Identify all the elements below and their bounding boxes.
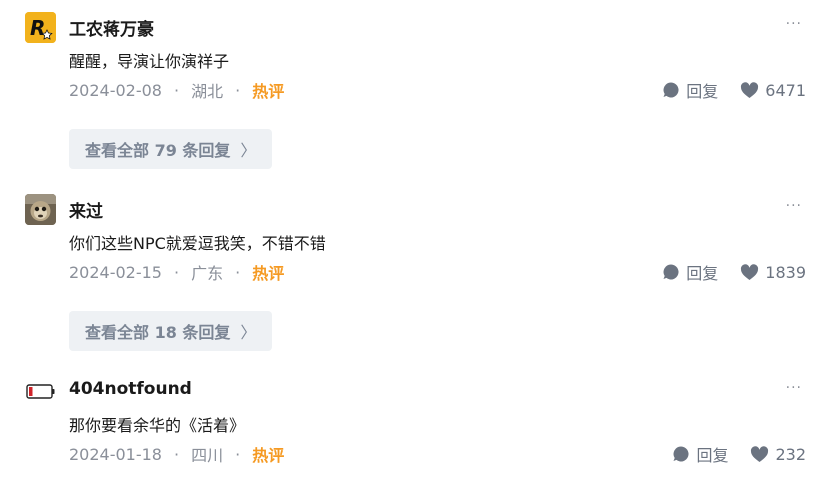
hot-badge: 热评 [252,264,285,283]
separator-dot: · [173,262,180,282]
monkey-avatar-icon [25,194,56,225]
reply-button[interactable]: 回复 [662,260,718,284]
more-options-icon[interactable]: ··· [786,16,802,32]
hot-badge: 热评 [252,82,285,101]
comment-date: 2024-01-18 [69,444,162,464]
comment-region: 广东 [191,264,224,283]
reply-label: 回复 [696,446,729,465]
reply-label: 回复 [686,264,719,283]
heart-icon [741,263,759,280]
hot-badge: 热评 [252,446,285,465]
avatar[interactable] [25,194,56,225]
separator-dot: · [173,80,180,100]
heart-icon [741,81,759,98]
like-count: 6471 [765,80,806,100]
comment-date: 2024-02-08 [69,80,162,100]
comment-region: 湖北 [191,82,224,101]
like-button[interactable]: 1839 [740,263,806,282]
reply-button[interactable]: 回复 [662,78,718,102]
reply-bubble-icon [663,82,679,98]
view-replies-label: 查看全部 18 条回复 [85,323,231,342]
like-count: 1839 [765,262,806,282]
author-name[interactable]: 404notfound [69,379,192,399]
comment-text: 那你要看余华的《活着》 [69,416,246,435]
chevron-right-icon: 〉 [240,141,257,160]
more-options-icon[interactable]: ··· [786,380,802,396]
chevron-right-icon: 〉 [240,323,257,342]
author-name[interactable]: 工农蒋万豪 [69,15,154,40]
comment-date: 2024-02-15 [69,262,162,282]
comment-actions: 回复 6471 [662,78,806,102]
heart-icon [751,445,769,462]
separator-dot: · [173,444,180,464]
reply-bubble-icon [673,446,689,462]
separator-dot: · [235,80,241,100]
separator-dot: · [235,262,241,282]
comment-meta: 2024-01-18 · 四川 · 热评 [69,442,284,466]
more-options-icon[interactable]: ··· [786,198,802,214]
comment-text: 你们这些NPC就爱逗我笑，不错不错 [69,234,326,253]
avatar[interactable] [25,376,56,407]
comment-text: 醒醒，导演让你演祥子 [69,52,230,71]
comment-actions: 回复 1839 [662,260,806,284]
reply-label: 回复 [686,82,719,101]
view-all-replies-button[interactable]: 查看全部 18 条回复 〉 [69,311,273,351]
reply-button[interactable]: 回复 [672,442,728,466]
view-all-replies-button[interactable]: 查看全部 79 条回复 〉 [69,129,273,169]
like-button[interactable]: 232 [750,445,806,464]
r-logo-icon: R [25,12,56,43]
comment-region: 四川 [191,446,224,465]
avatar[interactable]: R [25,12,56,43]
view-replies-label: 查看全部 79 条回复 [85,141,231,160]
comment-meta: 2024-02-08 · 湖北 · 热评 [69,78,284,102]
low-battery-icon [25,376,56,407]
author-name[interactable]: 来过 [69,197,103,222]
separator-dot: · [235,444,241,464]
like-button[interactable]: 6471 [740,81,806,100]
svg-text:R: R [30,16,45,40]
comment-meta: 2024-02-15 · 广东 · 热评 [69,260,284,284]
comment-actions: 回复 232 [672,442,806,466]
like-count: 232 [775,444,806,464]
reply-bubble-icon [663,264,679,280]
